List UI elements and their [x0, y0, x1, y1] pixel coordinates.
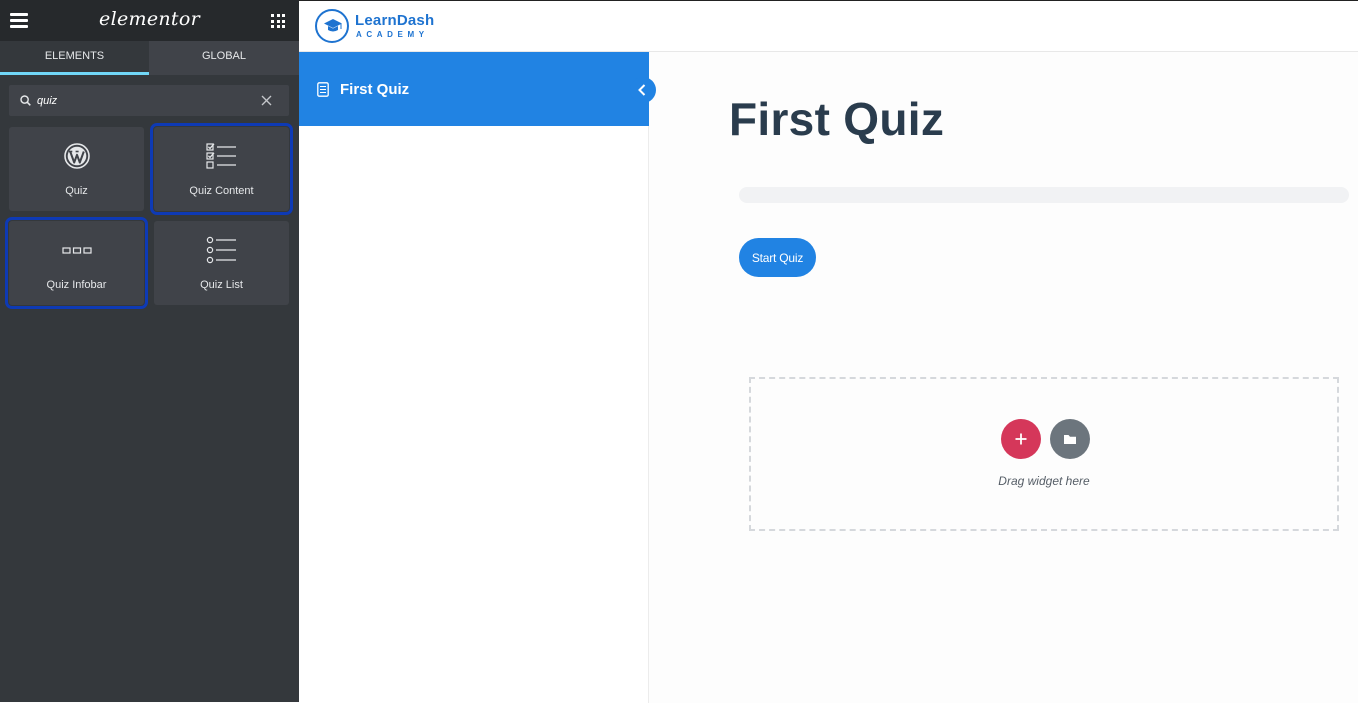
widget-quiz-list[interactable]: Quiz List	[154, 221, 289, 305]
close-icon[interactable]	[261, 95, 272, 106]
apps-grid-icon[interactable]	[271, 14, 285, 28]
course-sidebar: First Quiz	[299, 52, 656, 703]
bullet-list-icon	[206, 236, 236, 264]
start-quiz-button[interactable]: Start Quiz	[739, 238, 816, 277]
widget-search-box	[9, 85, 289, 116]
site-logo-tagline: ACADEMY	[356, 30, 429, 39]
search-icon	[20, 95, 31, 106]
folder-icon	[1064, 435, 1076, 444]
tab-global[interactable]: GLOBAL	[149, 41, 299, 75]
site-logo-name: LearnDash	[355, 12, 435, 29]
drop-zone-text: Drag widget here	[998, 474, 1090, 488]
sidebar-header: First Quiz	[299, 52, 649, 126]
graduation-cap-icon	[315, 9, 349, 43]
widget-quiz-infobar[interactable]: Quiz Infobar	[5, 217, 148, 309]
sidebar-collapse-button[interactable]	[630, 77, 656, 103]
page-title: First Quiz	[729, 93, 945, 145]
widget-label: Quiz Infobar	[46, 279, 107, 291]
widget-label: Quiz	[65, 185, 88, 197]
wordpress-icon	[63, 143, 90, 169]
add-template-button[interactable]	[1050, 419, 1090, 459]
checklist-icon	[205, 143, 236, 169]
widget-quiz-content[interactable]: Quiz Content	[150, 123, 293, 215]
site-header: LearnDash ACADEMY	[299, 1, 1358, 52]
page-preview: LearnDash ACADEMY First Quiz First Quiz …	[299, 0, 1358, 703]
learndash-logo[interactable]: LearnDash ACADEMY	[315, 9, 445, 45]
infobar-icon	[61, 247, 92, 254]
add-section-button[interactable]	[1001, 419, 1041, 459]
tab-elements[interactable]: ELEMENTS	[0, 41, 149, 75]
chevron-left-icon	[638, 84, 646, 96]
panel-header: elementor	[0, 0, 299, 41]
plus-icon	[1015, 433, 1027, 445]
panel-tabs: ELEMENTS GLOBAL	[0, 41, 299, 75]
widget-search-input[interactable]	[37, 90, 257, 111]
widget-drop-zone[interactable]: Drag widget here	[749, 377, 1339, 531]
document-icon	[317, 82, 329, 97]
widget-label: Quiz Content	[189, 185, 254, 197]
elementor-panel: elementor ELEMENTS GLOBAL Quiz	[0, 0, 299, 702]
widget-label: Quiz List	[200, 279, 243, 291]
widget-quiz[interactable]: Quiz	[9, 127, 144, 211]
sidebar-quiz-title[interactable]: First Quiz	[340, 81, 409, 98]
quiz-progress-bar	[739, 187, 1349, 203]
elementor-logo: elementor	[99, 8, 200, 30]
